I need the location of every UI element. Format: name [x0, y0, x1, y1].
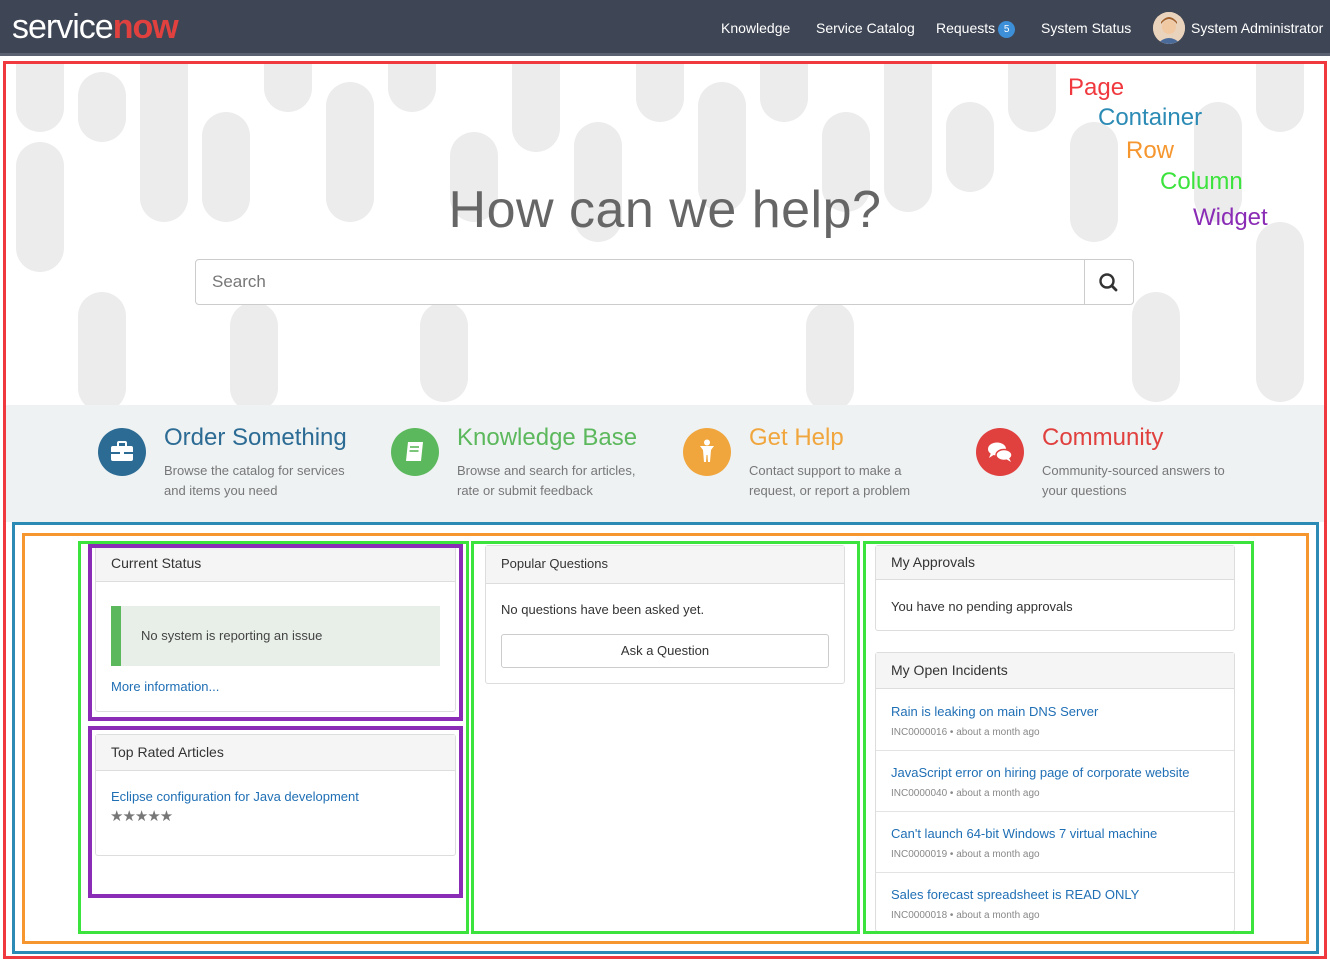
- incident-meta: INC0000018 • about a month ago: [891, 910, 1040, 921]
- chat-bubbles-icon[interactable]: [976, 428, 1024, 476]
- incident-meta: INC0000019 • about a month ago: [891, 849, 1040, 860]
- hero-title: How can we help?: [448, 181, 882, 239]
- decorative-pill: [420, 302, 468, 402]
- nav-service-catalog[interactable]: Service Catalog: [816, 20, 915, 36]
- my-approvals-widget: My Approvals You have no pending approva…: [875, 545, 1235, 631]
- get-help-link[interactable]: Get Help: [749, 424, 844, 452]
- incident-title[interactable]: JavaScript error on hiring page of corpo…: [891, 765, 1189, 780]
- community-description: Community-sourced answers to your questi…: [1042, 463, 1225, 498]
- user-avatar[interactable]: [1153, 12, 1185, 44]
- my-open-incidents-title: My Open Incidents: [876, 653, 1234, 689]
- my-approvals-title: My Approvals: [876, 546, 1234, 580]
- nav-system-status[interactable]: System Status: [1041, 20, 1131, 36]
- top-rated-title: Top Rated Articles: [96, 735, 455, 771]
- article-link[interactable]: Eclipse configuration for Java developme…: [111, 789, 359, 804]
- my-open-incidents-widget: My Open Incidents Rain is leaking on mai…: [875, 652, 1235, 932]
- order-something-link[interactable]: Order Something: [164, 424, 347, 452]
- rating-stars: ★★★★★: [110, 808, 173, 825]
- search-button[interactable]: [1084, 259, 1134, 305]
- decorative-pill: [16, 62, 64, 132]
- nav-requests[interactable]: Requests 5: [936, 20, 1016, 38]
- no-approvals-text: You have no pending approvals: [891, 599, 1073, 614]
- book-icon[interactable]: [391, 428, 439, 476]
- legend-page: Page: [1068, 74, 1125, 101]
- nav-user-menu[interactable]: System Administrator: [1191, 20, 1323, 36]
- incident-title[interactable]: Rain is leaking on main DNS Server: [891, 704, 1098, 719]
- incident-row[interactable]: JavaScript error on hiring page of corpo…: [876, 751, 1234, 812]
- decorative-pill: [1132, 292, 1180, 402]
- decorative-pill: [78, 72, 126, 142]
- legend-row: Row: [1126, 137, 1175, 164]
- popular-questions-widget: Popular Questions No questions have been…: [485, 545, 845, 684]
- decorative-pill: [388, 62, 436, 112]
- incident-title[interactable]: Sales forecast spreadsheet is READ ONLY: [891, 887, 1139, 902]
- status-message: No system is reporting an issue: [111, 606, 440, 666]
- top-rated-articles-widget: Top Rated Articles Eclipse configuration…: [95, 734, 456, 856]
- incident-row[interactable]: Sales forecast spreadsheet is READ ONLY …: [876, 873, 1234, 931]
- legend-column: Column: [1160, 168, 1243, 195]
- knowledge-base-link[interactable]: Knowledge Base: [457, 424, 637, 452]
- incident-row[interactable]: Can't launch 64-bit Windows 7 virtual ma…: [876, 812, 1234, 873]
- current-status-title: Current Status: [96, 546, 455, 582]
- person-icon[interactable]: [683, 428, 731, 476]
- incident-meta: INC0000016 • about a month ago: [891, 727, 1040, 738]
- decorative-pill: [946, 102, 994, 192]
- decorative-pill: [1008, 62, 1056, 132]
- search-input[interactable]: Search: [195, 259, 1085, 305]
- legend-container: Container: [1098, 104, 1203, 131]
- decorative-pill: [230, 302, 278, 405]
- requests-count-badge: 5: [998, 21, 1016, 38]
- decorative-pill: [264, 62, 312, 112]
- community-link[interactable]: Community: [1042, 424, 1163, 452]
- decorative-pill: [1256, 222, 1304, 402]
- decorative-pill: [1256, 62, 1304, 132]
- get-help-description: Contact support to make a request, or re…: [749, 463, 911, 498]
- incident-row[interactable]: Rain is leaking on main DNS Server INC00…: [876, 690, 1234, 751]
- order-something-description: Browse the catalog for services and item…: [164, 463, 345, 498]
- top-navigation-bar: servicenow Knowledge Service Catalog Req…: [0, 0, 1330, 56]
- ask-question-button[interactable]: Ask a Question: [501, 634, 829, 668]
- nav-knowledge[interactable]: Knowledge: [721, 20, 790, 36]
- decorative-pill: [760, 62, 808, 122]
- decorative-pill: [512, 62, 560, 152]
- decorative-pill: [636, 62, 684, 122]
- incident-meta: INC0000040 • about a month ago: [891, 788, 1040, 799]
- search-icon: [1099, 273, 1118, 292]
- no-questions-text: No questions have been asked yet.: [501, 602, 705, 617]
- nav-divider: [0, 53, 1330, 56]
- more-information-link[interactable]: More information...: [111, 679, 219, 694]
- briefcase-icon[interactable]: [98, 428, 146, 476]
- decorative-pill: [806, 302, 854, 405]
- servicenow-logo[interactable]: servicenow: [12, 8, 179, 47]
- legend-widget: Widget: [1193, 204, 1268, 231]
- incident-title[interactable]: Can't launch 64-bit Windows 7 virtual ma…: [891, 826, 1157, 841]
- current-status-widget: Current Status No system is reporting an…: [95, 545, 456, 712]
- knowledge-base-description: Browse and search for articles, rate or …: [457, 463, 636, 498]
- decorative-pill: [78, 292, 126, 405]
- popular-questions-title: Popular Questions: [486, 546, 844, 584]
